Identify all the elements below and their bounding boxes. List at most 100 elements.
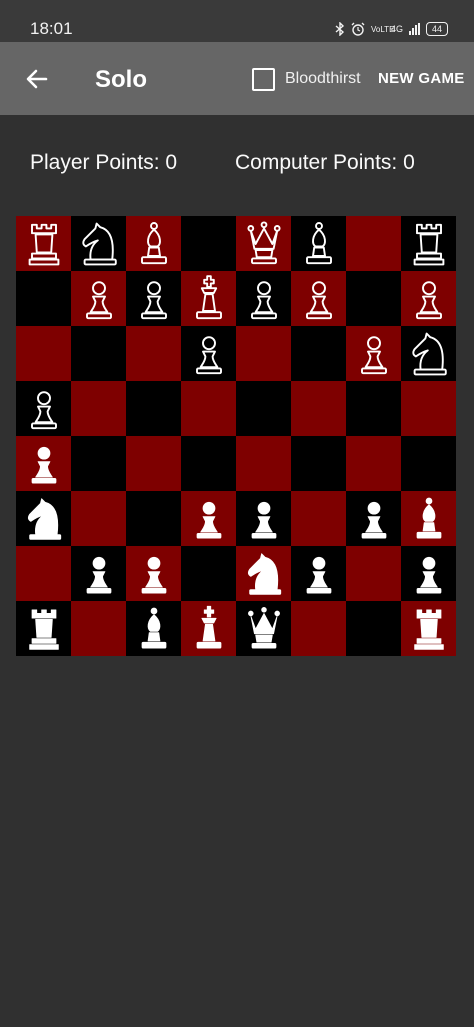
- white-bishop-icon[interactable]: [405, 495, 453, 543]
- board-square[interactable]: [126, 326, 181, 381]
- board-square[interactable]: [291, 491, 346, 546]
- board-square[interactable]: [181, 601, 236, 656]
- new-game-button[interactable]: NEW GAME: [378, 68, 465, 90]
- board-square[interactable]: [181, 381, 236, 436]
- black-bishop-icon[interactable]: [130, 220, 178, 268]
- white-bishop-icon[interactable]: [130, 605, 178, 653]
- board-square[interactable]: [346, 381, 401, 436]
- board-square[interactable]: [181, 546, 236, 601]
- board-square[interactable]: [291, 436, 346, 491]
- bloodthirst-toggle[interactable]: Bloodthirst: [252, 65, 361, 93]
- black-pawn-icon[interactable]: [405, 275, 453, 323]
- board-square[interactable]: [71, 491, 126, 546]
- board-square[interactable]: [291, 601, 346, 656]
- board-square[interactable]: [71, 546, 126, 601]
- board-square[interactable]: [126, 601, 181, 656]
- black-rook-icon[interactable]: [20, 220, 68, 268]
- white-pawn-icon[interactable]: [240, 495, 288, 543]
- black-knight-icon[interactable]: [405, 330, 453, 378]
- white-rook-icon[interactable]: [405, 605, 453, 653]
- board-square[interactable]: [71, 381, 126, 436]
- board-square[interactable]: [346, 491, 401, 546]
- board-square[interactable]: [181, 326, 236, 381]
- board-square[interactable]: [291, 326, 346, 381]
- black-queen-icon[interactable]: [240, 220, 288, 268]
- board-square[interactable]: [346, 601, 401, 656]
- board-square[interactable]: [236, 216, 291, 271]
- board-square[interactable]: [126, 381, 181, 436]
- white-knight-icon[interactable]: [20, 495, 68, 543]
- board-square[interactable]: [236, 326, 291, 381]
- white-pawn-icon[interactable]: [405, 550, 453, 598]
- board-square[interactable]: [236, 271, 291, 326]
- board-square[interactable]: [401, 216, 456, 271]
- board-square[interactable]: [71, 271, 126, 326]
- board-square[interactable]: [181, 216, 236, 271]
- board-square[interactable]: [401, 271, 456, 326]
- board-square[interactable]: [16, 546, 71, 601]
- board-square[interactable]: [401, 381, 456, 436]
- board-square[interactable]: [236, 601, 291, 656]
- board-square[interactable]: [71, 216, 126, 271]
- white-pawn-icon[interactable]: [350, 495, 398, 543]
- board-square[interactable]: [16, 436, 71, 491]
- board-square[interactable]: [16, 601, 71, 656]
- board-square[interactable]: [236, 436, 291, 491]
- board-square[interactable]: [346, 326, 401, 381]
- black-pawn-icon[interactable]: [130, 275, 178, 323]
- board-square[interactable]: [291, 546, 346, 601]
- black-rook-icon[interactable]: [405, 220, 453, 268]
- board-square[interactable]: [126, 216, 181, 271]
- white-pawn-icon[interactable]: [130, 550, 178, 598]
- board-square[interactable]: [236, 546, 291, 601]
- board-square[interactable]: [126, 546, 181, 601]
- board-square[interactable]: [401, 546, 456, 601]
- white-pawn-icon[interactable]: [75, 550, 123, 598]
- back-button[interactable]: [20, 62, 54, 96]
- board-square[interactable]: [291, 271, 346, 326]
- board-square[interactable]: [16, 491, 71, 546]
- board-square[interactable]: [401, 491, 456, 546]
- white-knight-icon[interactable]: [240, 550, 288, 598]
- white-pawn-icon[interactable]: [185, 495, 233, 543]
- white-rook-icon[interactable]: [20, 605, 68, 653]
- board-square[interactable]: [16, 271, 71, 326]
- white-queen-icon[interactable]: [240, 605, 288, 653]
- board-square[interactable]: [346, 271, 401, 326]
- black-pawn-icon[interactable]: [295, 275, 343, 323]
- black-knight-icon[interactable]: [75, 220, 123, 268]
- white-king-icon[interactable]: [185, 605, 233, 653]
- black-pawn-icon[interactable]: [240, 275, 288, 323]
- board-square[interactable]: [236, 381, 291, 436]
- board-square[interactable]: [291, 381, 346, 436]
- board-square[interactable]: [236, 491, 291, 546]
- white-pawn-icon[interactable]: [295, 550, 343, 598]
- board-square[interactable]: [181, 491, 236, 546]
- board-square[interactable]: [401, 436, 456, 491]
- white-pawn-icon[interactable]: [20, 440, 68, 488]
- board-square[interactable]: [401, 326, 456, 381]
- black-pawn-icon[interactable]: [20, 385, 68, 433]
- board-square[interactable]: [181, 271, 236, 326]
- board-square[interactable]: [346, 546, 401, 601]
- board-square[interactable]: [346, 436, 401, 491]
- board-square[interactable]: [71, 436, 126, 491]
- black-pawn-icon[interactable]: [75, 275, 123, 323]
- black-pawn-icon[interactable]: [350, 330, 398, 378]
- board-square[interactable]: [16, 381, 71, 436]
- board-square[interactable]: [181, 436, 236, 491]
- board-square[interactable]: [126, 491, 181, 546]
- board-square[interactable]: [16, 216, 71, 271]
- black-king-icon[interactable]: [185, 274, 233, 323]
- board-square[interactable]: [401, 601, 456, 656]
- black-bishop-icon[interactable]: [295, 220, 343, 268]
- board-square[interactable]: [71, 326, 126, 381]
- board-square[interactable]: [126, 271, 181, 326]
- board-square[interactable]: [71, 601, 126, 656]
- board-square[interactable]: [346, 216, 401, 271]
- bloodthirst-checkbox[interactable]: [252, 67, 275, 91]
- board-square[interactable]: [126, 436, 181, 491]
- board-square[interactable]: [291, 216, 346, 271]
- black-pawn-icon[interactable]: [185, 330, 233, 378]
- board-square[interactable]: [16, 326, 71, 381]
